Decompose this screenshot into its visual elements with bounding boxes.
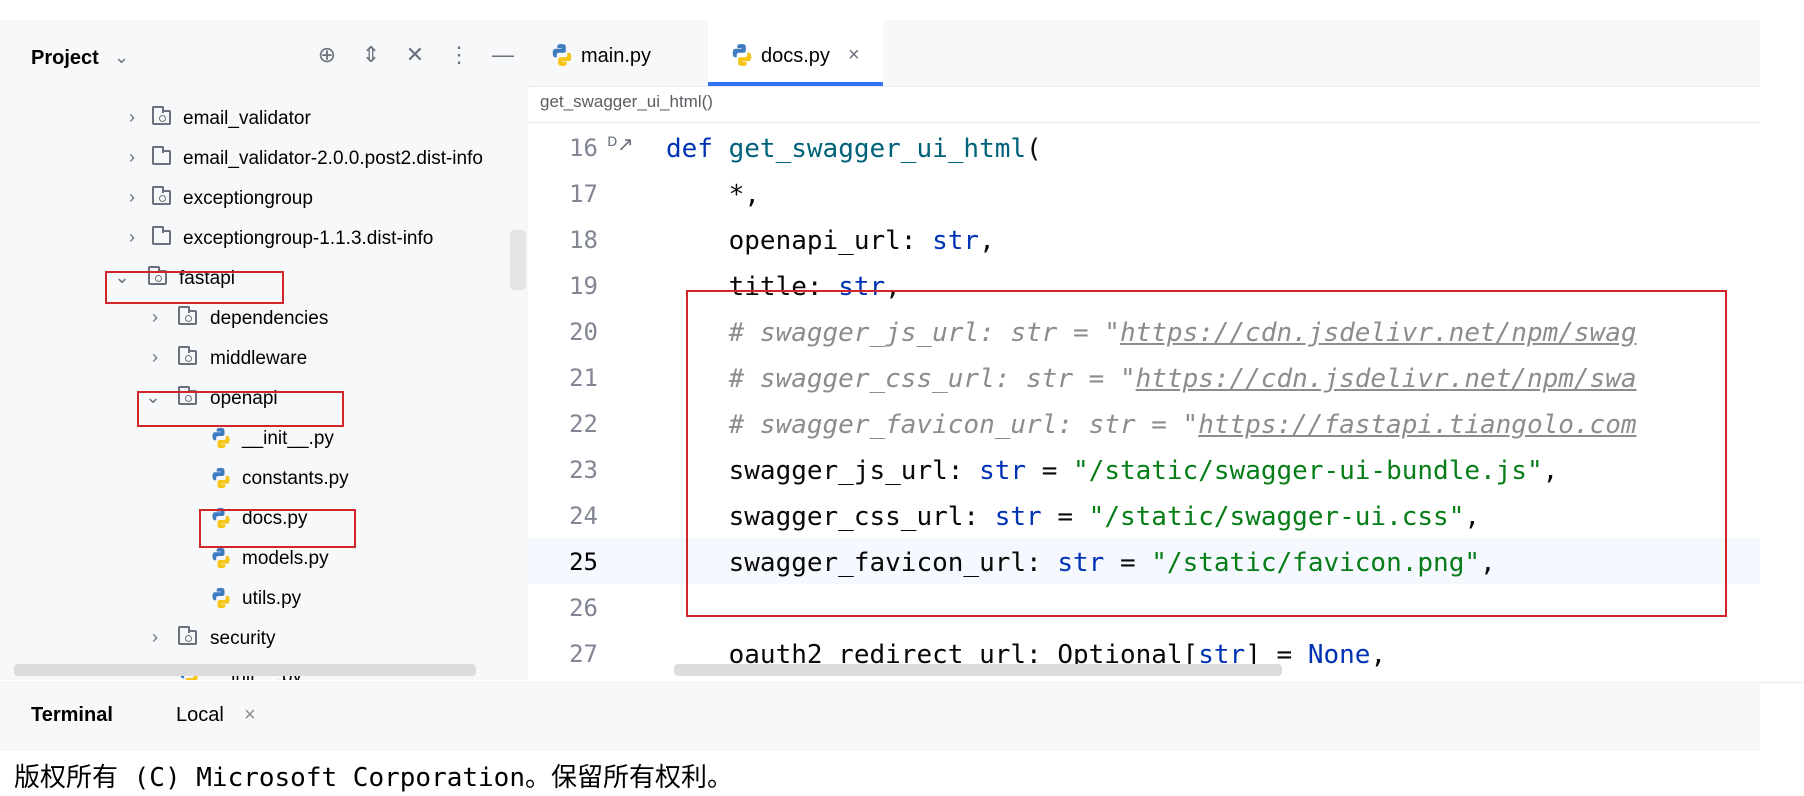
- line-number: 22: [569, 410, 598, 438]
- package-folder-icon: [178, 626, 197, 645]
- tree-item-label: __init__.py: [242, 428, 334, 449]
- highlight-box-docs-py: [199, 509, 356, 548]
- terminal-title: Terminal: [31, 704, 113, 726]
- project-title[interactable]: Project: [31, 47, 99, 70]
- project-pane: Project ⌄ ⊕ ⇕ ✕ ⋮ — › email_validator › …: [0, 20, 529, 680]
- editor-tabs: main.py docs.py ×: [528, 20, 1760, 87]
- folder-icon: [152, 146, 171, 165]
- breadcrumb-item[interactable]: get_swagger_ui_html(): [540, 92, 713, 112]
- line-number: 18: [569, 226, 598, 254]
- active-tab-indicator: [708, 82, 883, 86]
- chevron-right-icon[interactable]: ›: [145, 347, 165, 368]
- tree-item-email-validator-dist-info[interactable]: › email_validator-2.0.0.post2.dist-info: [0, 140, 528, 179]
- chevron-right-icon[interactable]: ›: [145, 307, 165, 328]
- line-number: 25: [569, 548, 598, 576]
- chevron-right-icon[interactable]: ›: [122, 107, 142, 128]
- terminal-output[interactable]: 版权所有 (C) Microsoft Corporation。保留所有权利。: [14, 757, 733, 794]
- chevron-right-icon[interactable]: ›: [122, 187, 142, 208]
- code-line: 16 ᴰ↗ def get_swagger_ui_html(: [528, 124, 1760, 170]
- right-tool-strip: [1762, 20, 1804, 795]
- line-number: 20: [569, 318, 598, 346]
- line-number: 17: [569, 180, 598, 208]
- tree-item-label: models.py: [242, 548, 329, 569]
- package-folder-icon: [152, 186, 171, 205]
- python-file-icon: [212, 467, 230, 489]
- tree-item-label: constants.py: [242, 468, 349, 489]
- folder-icon: [152, 226, 171, 245]
- tree-item-label: email_validator: [183, 108, 311, 129]
- line-number: 19: [569, 272, 598, 300]
- tab-docs-py[interactable]: docs.py ×: [708, 20, 883, 86]
- chevron-right-icon[interactable]: ›: [145, 627, 165, 648]
- breadcrumb: get_swagger_ui_html(): [528, 88, 1760, 123]
- line-number: 27: [569, 640, 598, 668]
- tree-item-exceptiongroup-dist-info[interactable]: › exceptiongroup-1.1.3.dist-info: [0, 220, 528, 259]
- package-folder-icon: [178, 306, 197, 325]
- tree-item-security[interactable]: › security: [0, 620, 528, 659]
- tree-item-label: middleware: [210, 348, 308, 369]
- terminal-pane: Terminal Local × 版权所有 (C) Microsoft Corp…: [0, 682, 1804, 796]
- chevron-right-icon[interactable]: ›: [122, 147, 142, 168]
- code-line: 18 openapi_url: str,: [528, 216, 1760, 262]
- tab-label: main.py: [581, 45, 652, 67]
- horizontal-scrollbar[interactable]: [14, 664, 476, 676]
- tab-label: docs.py: [761, 45, 830, 67]
- tab-local[interactable]: Local: [176, 704, 224, 727]
- close-icon[interactable]: ×: [848, 44, 860, 67]
- vertical-scrollbar[interactable]: [510, 230, 526, 290]
- tree-item-label: exceptiongroup: [183, 188, 313, 209]
- code-line: 17 *,: [528, 170, 1760, 216]
- override-gutter-icon[interactable]: ᴰ↗: [608, 132, 634, 157]
- tree-item-dependencies[interactable]: › dependencies: [0, 300, 528, 339]
- python-file-icon: [212, 547, 230, 569]
- tree-item-utils-py[interactable]: utils.py: [0, 580, 528, 619]
- line-number: 23: [569, 456, 598, 484]
- horizontal-scrollbar[interactable]: [674, 664, 1282, 676]
- python-file-icon: [552, 44, 572, 66]
- chevron-down-icon[interactable]: ⌄: [114, 47, 129, 68]
- terminal-header: Terminal Local ×: [0, 683, 1760, 750]
- tree-item-exceptiongroup[interactable]: › exceptiongroup: [0, 180, 528, 219]
- package-folder-icon: [178, 346, 197, 365]
- highlight-box-fastapi: [105, 271, 284, 304]
- line-number: 26: [569, 594, 598, 622]
- package-folder-icon: [152, 106, 171, 125]
- tree-item-label: email_validator-2.0.0.post2.dist-info: [183, 148, 483, 169]
- minimize-icon[interactable]: —: [488, 42, 518, 68]
- highlight-box-swagger-urls: [686, 290, 1727, 617]
- tree-item-middleware[interactable]: › middleware: [0, 340, 528, 379]
- code-text: openapi_url: str,: [666, 226, 995, 256]
- line-number: 16: [569, 134, 598, 162]
- close-icon[interactable]: ✕: [400, 42, 430, 68]
- project-tree: › email_validator › email_validator-2.0.…: [0, 95, 528, 680]
- code-text: def get_swagger_ui_html(: [666, 134, 1042, 164]
- python-file-icon: [212, 427, 230, 449]
- locate-icon[interactable]: ⊕: [312, 42, 342, 68]
- tab-main-py[interactable]: main.py: [528, 20, 703, 86]
- close-icon[interactable]: ×: [244, 704, 256, 727]
- line-number: 21: [569, 364, 598, 392]
- tree-item-label: security: [210, 628, 276, 649]
- tree-item-label: exceptiongroup-1.1.3.dist-info: [183, 228, 434, 249]
- expand-collapse-icon[interactable]: ⇕: [356, 42, 386, 68]
- python-file-icon: [212, 587, 230, 609]
- tree-item-email-validator[interactable]: › email_validator: [0, 100, 528, 139]
- more-options-icon[interactable]: ⋮: [444, 42, 474, 68]
- tree-item-label: utils.py: [242, 588, 302, 609]
- python-file-icon: [732, 44, 752, 66]
- code-text: *,: [666, 180, 760, 210]
- line-number: 24: [569, 502, 598, 530]
- tree-item-constants-py[interactable]: constants.py: [0, 460, 528, 499]
- tree-item-label: dependencies: [210, 308, 329, 329]
- chevron-right-icon[interactable]: ›: [122, 227, 142, 248]
- project-header: Project ⌄ ⊕ ⇕ ✕ ⋮ —: [0, 20, 528, 80]
- highlight-box-openapi: [137, 391, 344, 427]
